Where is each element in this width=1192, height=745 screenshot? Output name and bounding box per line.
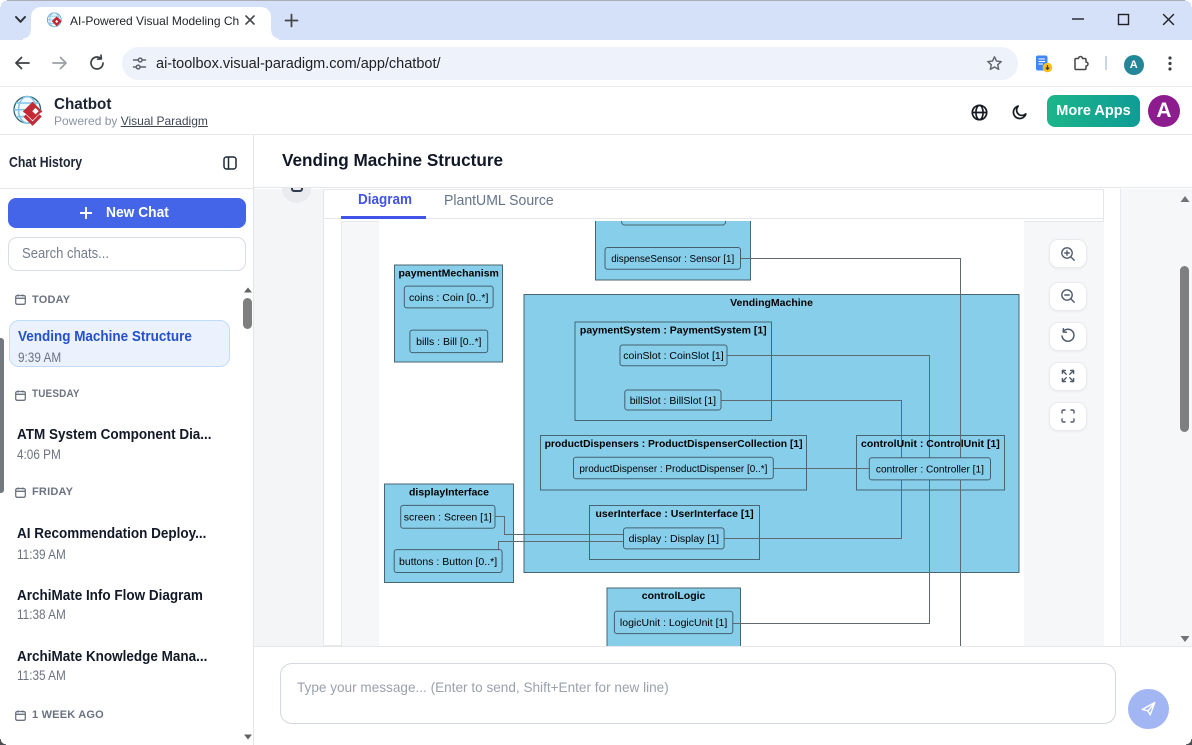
svg-text:display : Display [1]: display : Display [1]	[629, 533, 720, 545]
svg-text:buttons : Button [0..*]: buttons : Button [0..*]	[399, 556, 497, 568]
svg-text:productDispensers : ProductDis: productDispensers : ProductDispenserColl…	[545, 438, 803, 450]
svg-text:billSlot : BillSlot [1]: billSlot : BillSlot [1]	[630, 395, 716, 407]
svg-text:dispenseSensor : Sensor [1]: dispenseSensor : Sensor [1]	[611, 253, 734, 265]
svg-text:VendingMachine: VendingMachine	[730, 297, 813, 309]
svg-text:controlUnit : ControlUnit [1]: controlUnit : ControlUnit [1]	[861, 438, 1000, 450]
svg-text:productDispenser : ProductDisp: productDispenser : ProductDispenser [0..…	[579, 463, 767, 475]
svg-text:paymentSystem : PaymentSystem: paymentSystem : PaymentSystem [1]	[580, 324, 767, 336]
svg-text:paymentMechanism: paymentMechanism	[399, 267, 499, 279]
svg-text:displayInterface: displayInterface	[409, 487, 489, 499]
svg-text:bills : Bill [0..*]: bills : Bill [0..*]	[416, 336, 481, 348]
svg-text:coinSlot : CoinSlot [1]: coinSlot : CoinSlot [1]	[623, 350, 723, 362]
svg-text:screen : Screen [1]: screen : Screen [1]	[404, 512, 492, 524]
svg-text:coins : Coin [0..*]: coins : Coin [0..*]	[409, 292, 488, 304]
svg-text:logicUnit : LogicUnit [1]: logicUnit : LogicUnit [1]	[620, 617, 727, 629]
svg-text:controller : Controller [1]: controller : Controller [1]	[876, 464, 984, 476]
svg-text:userInterface : UserInterface: userInterface : UserInterface [1]	[596, 508, 754, 520]
svg-text:controlLogic: controlLogic	[642, 590, 706, 602]
